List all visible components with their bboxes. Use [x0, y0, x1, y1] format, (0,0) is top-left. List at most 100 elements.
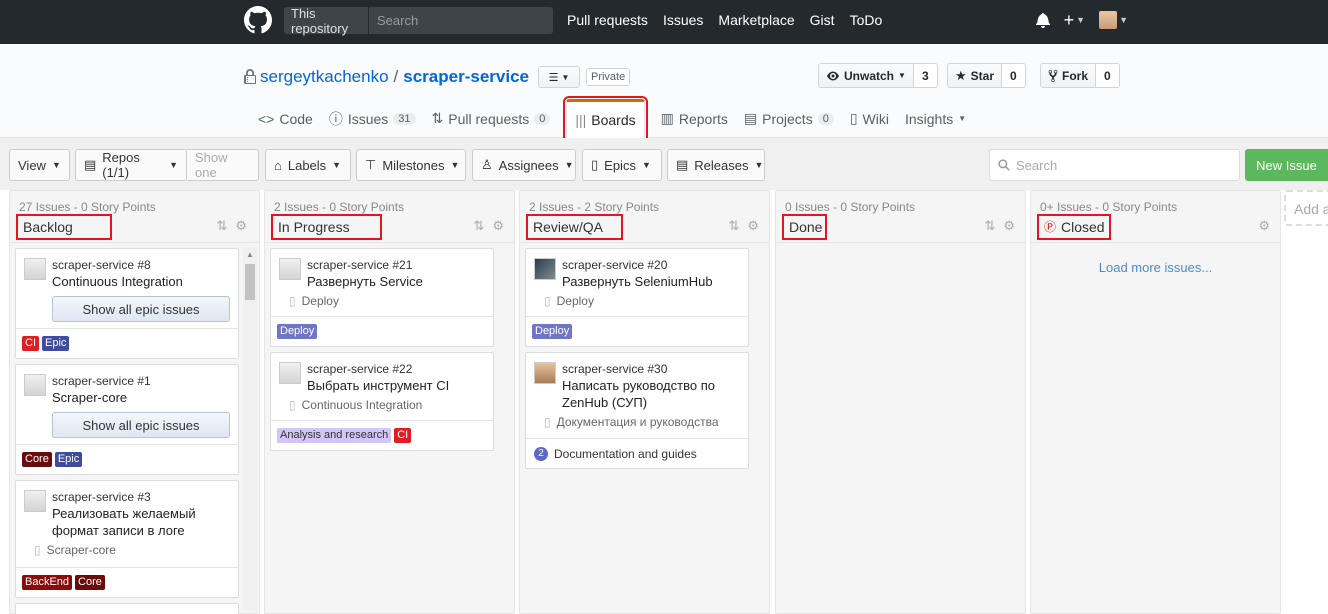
issue-card[interactable]: scraper-service #21 Развернуть Service ▯… — [270, 248, 494, 347]
scroll-up-icon[interactable]: ▲ — [246, 250, 254, 259]
tab-projects[interactable]: ▤ Projects 0 — [736, 99, 842, 138]
card-labels: Analysis and research CI — [271, 420, 493, 450]
issue-card[interactable]: scraper-service #1 Scraper-core Show all… — [15, 364, 239, 475]
plus-menu-button[interactable]: + ▼ — [1064, 11, 1085, 29]
issue-title[interactable]: Continuous Integration — [52, 273, 230, 290]
issue-title[interactable]: Развернуть Service — [307, 273, 485, 290]
fork-count[interactable]: 0 — [1096, 63, 1120, 88]
labels-dropdown[interactable]: ⌂ Labels ▼ — [265, 149, 351, 181]
issue-title[interactable]: Scraper-core — [52, 389, 230, 406]
avatar — [534, 362, 556, 384]
milestones-dropdown[interactable]: ⊤ Milestones ▼ — [356, 149, 466, 181]
pipeline-title-closed[interactable]: Ⓟ Closed — [1037, 214, 1111, 240]
scroll-thumb[interactable] — [245, 264, 255, 300]
issue-title[interactable]: Написать руководство по ZenHub (СУП) — [562, 377, 740, 411]
sort-icon[interactable]: ⇅ — [216, 218, 227, 234]
new-issue-button[interactable]: New Issue — [1245, 149, 1328, 181]
watch-count[interactable]: 3 — [913, 63, 938, 88]
gear-icon[interactable]: ⚙ — [1258, 218, 1270, 234]
label-deploy[interactable]: Deploy — [277, 324, 318, 339]
avatar — [534, 258, 556, 280]
tab-insights[interactable]: Insights ▼ — [897, 99, 974, 138]
show-epic-issues-button[interactable]: Show all epic issues — [52, 412, 230, 438]
repo-menu-button[interactable]: ☰ ▼ — [537, 66, 580, 88]
unwatch-label: Unwatch — [844, 68, 895, 83]
card-epic[interactable]: ▯ Документация и руководства — [544, 415, 740, 429]
issue-title[interactable]: Развернуть SeleniumHub — [562, 273, 740, 290]
card-labels: CI Epic — [16, 328, 238, 358]
issue-card[interactable]: scraper-service #20 Развернуть SeleniumH… — [525, 248, 749, 347]
repo-owner-link[interactable]: sergeytkachenko — [260, 67, 389, 87]
label-ci[interactable]: CI — [22, 336, 39, 351]
nav-marketplace[interactable]: Marketplace — [718, 12, 794, 28]
sort-icon[interactable]: ⇅ — [728, 218, 739, 234]
view-dropdown[interactable]: View ▼ — [9, 149, 70, 181]
gear-icon[interactable]: ⚙ — [747, 218, 759, 234]
star-button[interactable]: ★ Star — [947, 63, 1002, 88]
show-epic-issues-button[interactable]: Show all epic issues — [52, 296, 230, 322]
releases-dropdown[interactable]: ▤ Releases ▼ — [667, 149, 765, 181]
label-epic[interactable]: Epic — [42, 336, 70, 351]
add-pipeline-button[interactable]: Add a — [1284, 190, 1328, 226]
label-analysis[interactable]: Analysis and research — [277, 428, 392, 443]
gear-icon[interactable]: ⚙ — [1003, 218, 1015, 234]
tab-pull-requests[interactable]: ⇅ Pull requests 0 — [424, 99, 559, 138]
issue-card[interactable]: scraper-service #8 Continuous Integratio… — [15, 248, 239, 359]
card-epic[interactable]: ▯ Deploy — [544, 294, 740, 308]
pipeline-backlog: 27 Issues - 0 Story Points Backlog ⇅ ⚙ sc… — [9, 190, 260, 614]
issue-title[interactable]: Реализовать желаемый формат записи в лог… — [52, 505, 230, 539]
issue-card[interactable] — [15, 603, 239, 614]
pipeline-title[interactable]: Backlog — [16, 214, 112, 240]
pipeline-meta: 2 Issues - 2 Story Points — [529, 200, 660, 214]
gear-icon[interactable]: ⚙ — [235, 218, 247, 234]
card-epic[interactable]: ▯ Deploy — [289, 294, 485, 308]
pipeline-title[interactable]: Done — [782, 214, 827, 240]
load-more-link[interactable]: Load more issues... — [1031, 260, 1280, 275]
nav-gist[interactable]: Gist — [810, 12, 835, 28]
tab-code[interactable]: <> Code — [250, 99, 321, 138]
repo-name-link[interactable]: scraper-service — [403, 67, 529, 87]
tab-reports[interactable]: ▥ Reports — [653, 99, 736, 138]
epic-icon: ▯ — [289, 294, 296, 308]
global-search-input[interactable] — [369, 13, 553, 28]
pipeline-title[interactable]: In Progress — [271, 214, 382, 240]
board-search-input[interactable] — [1016, 157, 1226, 173]
estimate-badge[interactable]: 2 — [534, 446, 548, 461]
sort-icon[interactable]: ⇅ — [984, 218, 995, 234]
issue-card[interactable]: scraper-service #30 Написать руководство… — [525, 352, 749, 469]
label-backend[interactable]: BackEnd — [22, 575, 73, 590]
show-one-button[interactable]: Show one — [187, 149, 259, 181]
tab-issues[interactable]: ⓘ Issues 31 — [321, 99, 424, 138]
pipeline-scrollbar[interactable]: ▲ — [243, 247, 257, 611]
nav-pull-requests[interactable]: Pull requests — [567, 12, 648, 28]
pipeline-title[interactable]: Review/QA — [526, 214, 623, 240]
repos-dropdown[interactable]: ▤ Repos (1/1) ▼ — [75, 149, 187, 181]
fork-button[interactable]: Fork — [1040, 63, 1097, 88]
github-logo-icon[interactable] — [244, 6, 272, 34]
assignees-dropdown[interactable]: ♙ Assignees ▼ — [472, 149, 576, 181]
avatar — [1099, 11, 1118, 29]
user-menu-button[interactable]: ▼ — [1099, 11, 1128, 29]
nav-todo[interactable]: ToDo — [850, 12, 883, 28]
tab-boards[interactable]: ||| Boards — [563, 96, 648, 141]
tab-wiki[interactable]: ▯ Wiki — [842, 99, 897, 138]
gear-icon[interactable]: ⚙ — [492, 218, 504, 234]
bell-icon[interactable] — [1035, 12, 1050, 28]
issue-card[interactable]: scraper-service #22 Выбрать инструмент C… — [270, 352, 494, 451]
card-epic[interactable]: ▯ Scraper-core — [34, 543, 230, 557]
card-epic[interactable]: ▯ Continuous Integration — [289, 398, 485, 412]
nav-issues[interactable]: Issues — [663, 12, 703, 28]
label-core[interactable]: Core — [22, 452, 52, 467]
issue-card[interactable]: scraper-service #3 Реализовать желаемый … — [15, 480, 239, 598]
private-badge: Private — [585, 68, 631, 86]
milestone-name[interactable]: Documentation and guides — [554, 447, 697, 461]
label-epic[interactable]: Epic — [54, 452, 83, 467]
sort-icon[interactable]: ⇅ — [473, 218, 484, 234]
star-count[interactable]: 0 — [1002, 63, 1026, 88]
label-deploy[interactable]: Deploy — [532, 324, 573, 339]
label-core[interactable]: Core — [75, 575, 105, 590]
label-ci[interactable]: CI — [394, 428, 412, 443]
unwatch-button[interactable]: Unwatch ▼ — [818, 63, 914, 88]
issue-title[interactable]: Выбрать инструмент CI — [307, 377, 485, 394]
epics-dropdown[interactable]: ▯ Epics ▼ — [582, 149, 662, 181]
